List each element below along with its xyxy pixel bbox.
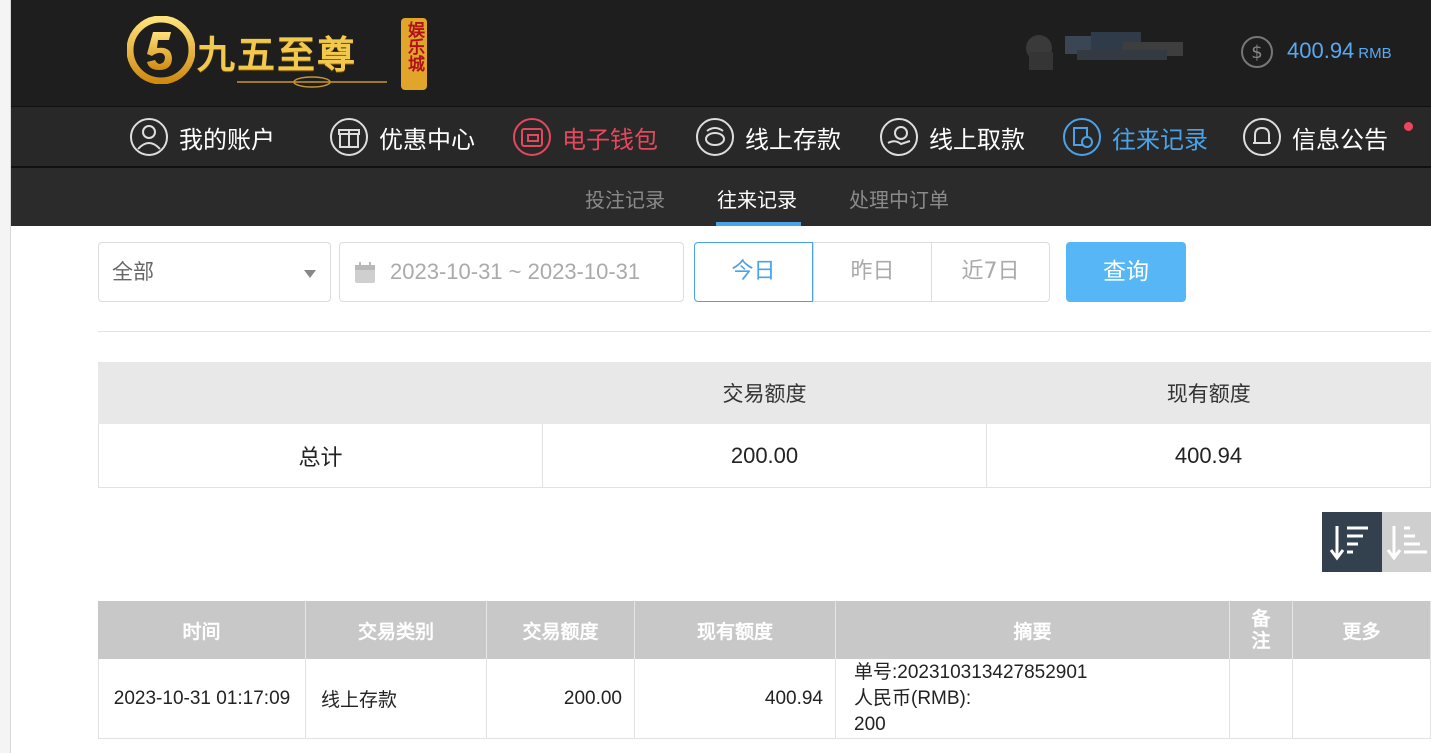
active-tab-indicator [716,222,801,226]
window-edge [0,0,11,753]
withdraw-icon [880,118,918,156]
column-summary[interactable]: 摘要 [836,601,1230,659]
summary-currency: 人民币(RMB): [854,687,972,709]
cell-time: 2023-10-31 01:17:09 [98,659,306,738]
column-amount[interactable]: 交易额度 [487,601,635,659]
deposit-icon [696,118,734,156]
records-header: 时间 交易类别 交易额度 现有额度 摘要 备注 更多 [98,601,1431,659]
nav-e-wallet[interactable]: 电子钱包 [512,117,658,157]
sort-asc-icon [1386,526,1427,561]
svg-text:$: $ [1251,42,1262,63]
gift-icon [330,118,368,156]
nav-announcements[interactable]: 信息公告 [1242,117,1388,157]
wallet-icon [513,118,551,156]
summary-table: 交易额度 现有额度 总计 200.00 400.94 [98,362,1431,488]
cell-type: 线上存款 [306,659,487,738]
cell-remark [1230,659,1293,738]
brand-badge: 娱乐城 [401,18,427,90]
tab-transaction-records[interactable]: 往来记录 [717,184,797,213]
summary-header-cell: 现有额度 [1166,383,1251,406]
summary-header-cell: 交易额度 [722,383,807,406]
summary-total-label: 总计 [99,424,543,487]
logo-emblem-icon [127,16,195,84]
divider [98,331,1431,332]
records-icon [1063,118,1101,156]
summary-header: 交易额度 现有额度 [98,362,1431,424]
transaction-type-select[interactable]: 全部 [98,242,331,302]
brand-name: 九五至尊 [197,32,358,77]
tab-pending-orders[interactable]: 处理中订单 [849,184,949,213]
yesterday-button[interactable]: 昨日 [813,242,932,302]
cell-amount: 200.00 [487,659,635,738]
sort-descending-button[interactable] [1322,512,1382,572]
summary-order-number: 单号:202310313427852901 [854,661,1088,683]
last-7-days-button[interactable]: 近7日 [931,242,1050,302]
column-more[interactable]: 更多 [1293,601,1431,659]
summary-current-balance: 400.94 [987,424,1431,487]
nav-my-account[interactable]: 我的账户 [129,117,275,157]
chevron-down-icon [304,270,316,278]
logo-swirl-ornament [237,76,387,88]
dollar-icon: $ [1241,36,1273,68]
cell-summary: 单号:202310313427852901 人民币(RMB): 200 [836,659,1230,738]
bell-icon [1243,118,1281,156]
column-time[interactable]: 时间 [98,601,306,659]
site-header: 九五至尊 娱乐城 $ 400.94 RMB [11,0,1431,106]
sub-nav: 投注记录 往来记录 处理中订单 [11,168,1431,226]
column-remark[interactable]: 备注 [1230,601,1293,659]
account-balance: 400.94 RMB [1287,38,1392,63]
column-type[interactable]: 交易类别 [306,601,487,659]
tab-bet-records[interactable]: 投注记录 [585,184,665,213]
notification-dot [1404,122,1413,131]
cell-more[interactable] [1293,659,1431,738]
nav-promotions[interactable]: 优惠中心 [329,117,475,157]
records-table: 时间 交易类别 交易额度 现有额度 摘要 备注 更多 2023-10-31 01… [98,601,1431,739]
username-masked [1019,28,1189,72]
today-button[interactable]: 今日 [694,242,813,302]
cell-balance: 400.94 [635,659,836,738]
lock-icon [1026,32,1183,70]
main-nav: 我的账户 优惠中心 电子钱包 线上存款 线上取款 往来记录 信息公告 [11,106,1431,168]
column-balance[interactable]: 现有额度 [635,601,836,659]
summary-total-row: 总计 200.00 400.94 [98,424,1431,488]
summary-header-cell [98,362,542,424]
summary-value: 200 [854,713,886,735]
user-icon [130,118,168,156]
brand-logo[interactable]: 九五至尊 娱乐城 [127,10,447,94]
nav-transaction-records[interactable]: 往来记录 [1062,117,1208,157]
date-range-input[interactable]: 2023-10-31 ~ 2023-10-31 [339,242,684,302]
sort-desc-icon [1329,526,1368,561]
nav-online-deposit[interactable]: 线上存款 [695,117,841,157]
nav-online-withdraw[interactable]: 线上取款 [879,117,1025,157]
table-row[interactable]: 2023-10-31 01:17:09 线上存款 200.00 400.94 单… [98,659,1431,739]
calendar-icon [355,262,375,283]
summary-transaction-amount: 200.00 [543,424,987,487]
sort-ascending-button[interactable] [1382,512,1431,572]
query-button[interactable]: 查询 [1066,242,1186,302]
